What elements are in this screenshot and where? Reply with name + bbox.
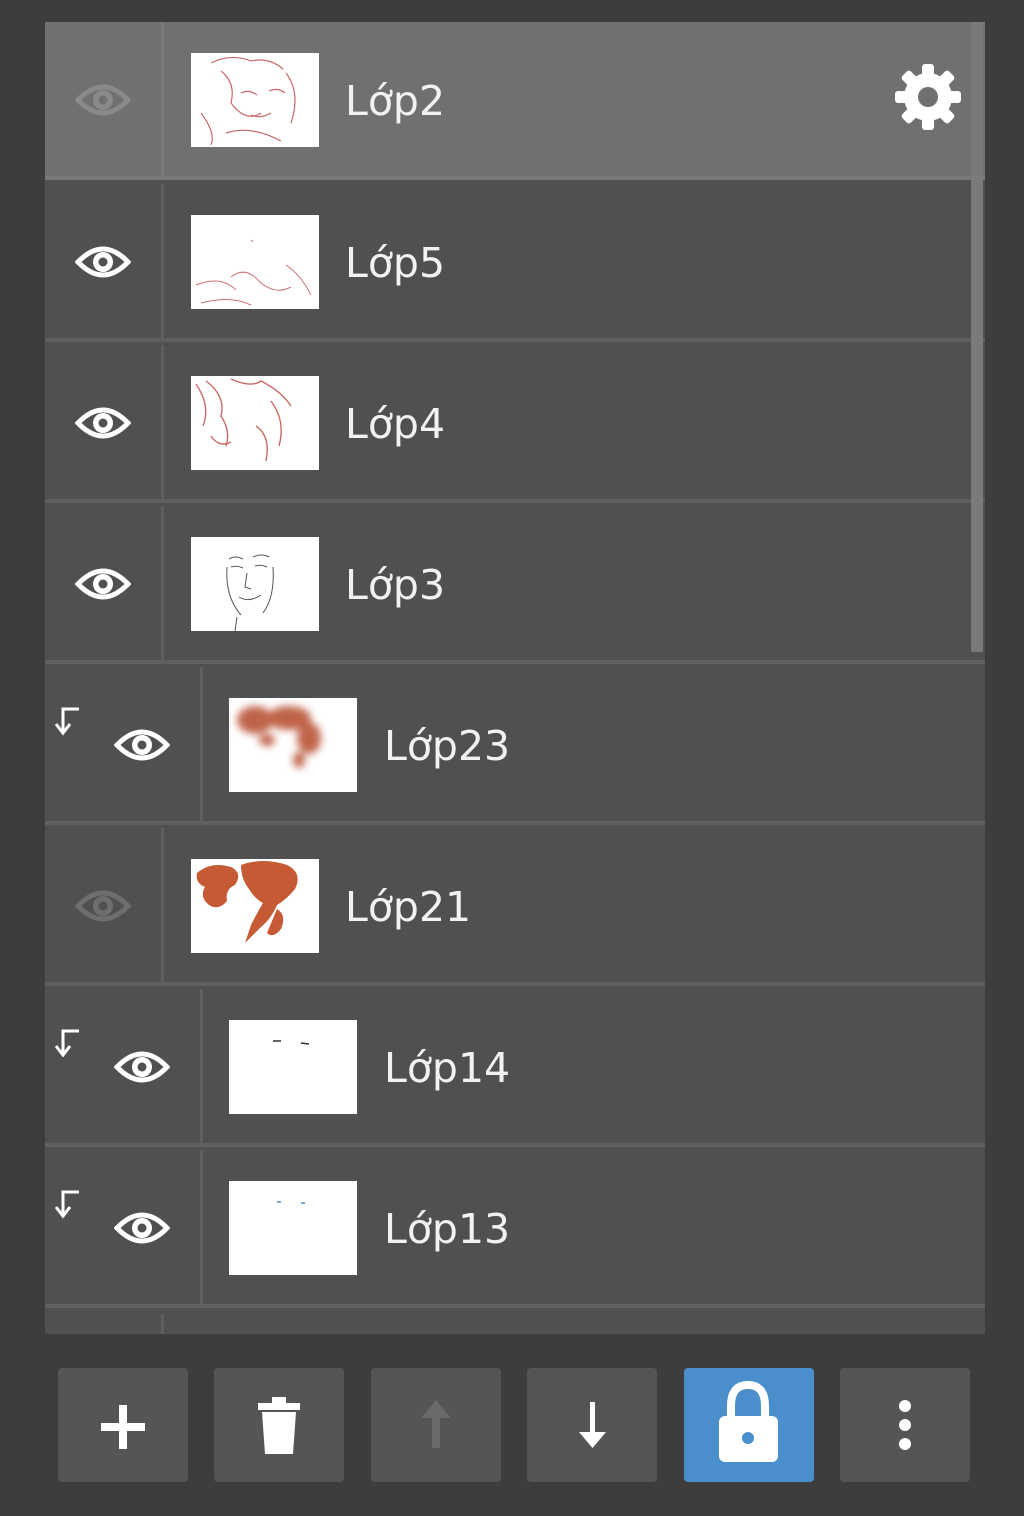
layer-name: Lớp21 xyxy=(345,883,472,931)
eye-icon[interactable] xyxy=(75,242,131,282)
row-divider xyxy=(200,1150,203,1304)
row-divider xyxy=(161,506,164,660)
layer-row-lop21[interactable]: Lớp21 xyxy=(45,828,985,986)
layer-name: Lớp2 xyxy=(345,77,446,125)
eye-icon[interactable] xyxy=(75,80,131,120)
row-divider xyxy=(161,22,164,176)
clipping-arrow-icon xyxy=(54,1190,79,1219)
clipping-arrow-icon xyxy=(54,707,79,736)
move-layer-down-button[interactable] xyxy=(527,1368,657,1482)
eye-icon[interactable] xyxy=(75,403,131,443)
layer-row-partial[interactable] xyxy=(45,1314,985,1334)
lock-layer-button[interactable] xyxy=(684,1368,814,1482)
row-divider xyxy=(161,184,164,338)
row-divider xyxy=(200,989,203,1143)
eye-icon[interactable] xyxy=(114,1208,170,1248)
layer-thumbnail xyxy=(229,1020,357,1114)
trash-icon xyxy=(258,1397,300,1454)
layer-thumbnail xyxy=(191,859,319,953)
clipping-arrow-icon xyxy=(54,1029,79,1058)
layer-row-lop13[interactable]: Lớp13 xyxy=(45,1150,985,1308)
move-layer-up-button[interactable] xyxy=(371,1368,501,1482)
arrow-down-icon xyxy=(579,1402,606,1448)
layer-row-lop4[interactable]: Lớp4 xyxy=(45,345,985,503)
gear-icon[interactable] xyxy=(893,62,963,132)
eye-icon[interactable] xyxy=(114,725,170,765)
row-divider xyxy=(161,345,164,499)
layer-thumbnail xyxy=(191,537,319,631)
layer-name: Lớp23 xyxy=(384,722,511,770)
row-divider xyxy=(200,667,203,821)
layer-name: Lớp5 xyxy=(345,239,446,287)
layer-thumbnail xyxy=(191,376,319,470)
lock-icon xyxy=(719,1380,778,1462)
layer-name: Lớp14 xyxy=(384,1044,511,1092)
more-vertical-icon xyxy=(899,1400,911,1450)
layer-name: Lớp4 xyxy=(345,400,446,448)
arrow-up-icon xyxy=(421,1400,451,1448)
layer-row-lop14[interactable]: Lớp14 xyxy=(45,989,985,1147)
layer-row-lop2[interactable]: Lớp2 xyxy=(45,22,985,180)
layer-name: Lớp13 xyxy=(384,1205,511,1253)
delete-layer-button[interactable] xyxy=(214,1368,344,1482)
more-options-button[interactable] xyxy=(840,1368,970,1482)
eye-icon[interactable] xyxy=(75,886,131,926)
plus-icon xyxy=(101,1405,145,1449)
layer-thumbnail xyxy=(191,53,319,147)
scrollbar[interactable] xyxy=(971,22,983,652)
layer-row-lop3[interactable]: Lớp3 xyxy=(45,506,985,664)
layer-list[interactable]: Lớp2 Lớp5 Lớp4 Lớp3 Lớp23 Lớp21 Lớp14 Lớ… xyxy=(45,22,985,1334)
layer-row-lop23[interactable]: Lớp23 xyxy=(45,667,985,825)
layer-thumbnail xyxy=(191,215,319,309)
row-divider xyxy=(161,1314,164,1334)
layer-row-lop5[interactable]: Lớp5 xyxy=(45,184,985,342)
eye-icon[interactable] xyxy=(114,1047,170,1087)
layer-name: Lớp3 xyxy=(345,561,446,609)
add-layer-button[interactable] xyxy=(58,1368,188,1482)
layer-thumbnail xyxy=(229,1181,357,1275)
eye-icon[interactable] xyxy=(75,564,131,604)
row-divider xyxy=(161,828,164,982)
layer-thumbnail xyxy=(229,698,357,792)
